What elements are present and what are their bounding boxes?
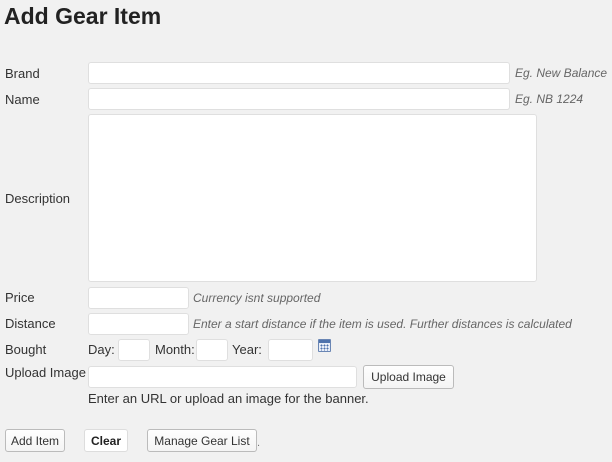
upload-image-help: Enter an URL or upload an image for the … — [88, 391, 369, 406]
calendar-icon[interactable] — [318, 339, 331, 352]
name-label: Name — [5, 92, 40, 107]
manage-gear-list-button[interactable]: Manage Gear List — [147, 429, 257, 452]
price-label: Price — [5, 290, 35, 305]
brand-hint: Eg. New Balance — [515, 66, 608, 80]
year-input[interactable] — [268, 339, 313, 361]
distance-input[interactable] — [88, 313, 189, 335]
distance-label: Distance — [5, 316, 56, 331]
page-title: Add Gear Item — [4, 3, 162, 29]
distance-hint: Enter a start distance if the item is us… — [193, 317, 572, 331]
year-label: Year: — [232, 342, 262, 357]
brand-input[interactable] — [88, 62, 510, 84]
description-label: Description — [5, 191, 71, 206]
month-input[interactable] — [196, 339, 228, 361]
brand-label: Brand — [5, 66, 40, 81]
price-hint: Currency isnt supported — [193, 291, 321, 305]
month-label: Month: — [155, 342, 195, 357]
bought-label: Bought — [5, 342, 47, 357]
trailing-mark: . — [257, 437, 261, 449]
name-hint: Eg. NB 1224 — [515, 92, 584, 106]
clear-button[interactable]: Clear — [84, 429, 128, 452]
price-input[interactable] — [88, 287, 189, 309]
upload-image-label: Upload Image — [5, 365, 86, 380]
day-input[interactable] — [118, 339, 150, 361]
day-label: Day: — [88, 342, 115, 357]
description-textarea[interactable] — [88, 114, 537, 282]
add-item-button[interactable]: Add Item — [5, 429, 65, 452]
name-input[interactable] — [88, 88, 510, 110]
upload-image-button[interactable]: Upload Image — [363, 365, 454, 389]
image-url-input[interactable] — [88, 366, 357, 388]
